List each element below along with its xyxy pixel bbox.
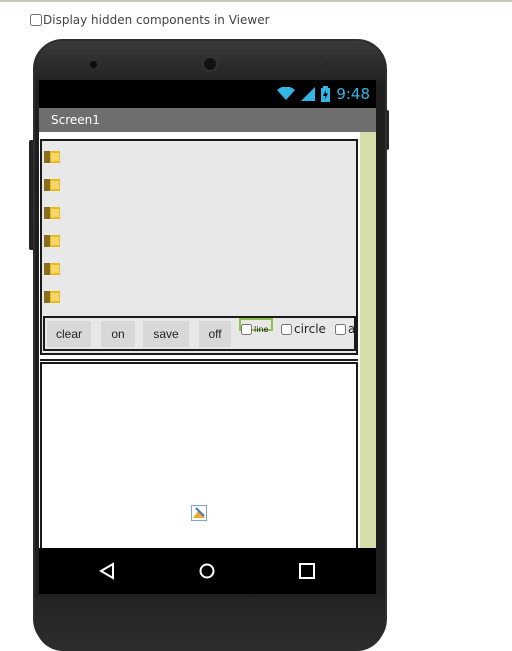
line-checkbox[interactable]: line [241,324,268,335]
arrangement-divider [40,355,358,361]
recents-icon[interactable] [296,560,318,582]
save-button[interactable]: save [143,321,189,347]
off-button[interactable]: off [199,321,231,347]
line-checkbox-label: line [254,325,269,334]
arrow-checkbox-input[interactable] [335,323,346,335]
image-placeholder-icon[interactable] [44,149,62,163]
line-checkbox-input[interactable] [241,324,252,335]
drawing-canvas[interactable] [40,362,358,548]
circle-checkbox[interactable]: circle [281,322,326,336]
status-bar: 9:48 [39,80,376,108]
scrollbar[interactable] [360,132,376,548]
circle-checkbox-label: circle [294,322,326,336]
vertical-arrangement[interactable]: clear on save off line circle ar [40,139,358,355]
clear-button[interactable]: clear [47,321,91,347]
sensor-dot [323,61,330,68]
top-divider [0,0,512,2]
wifi-icon [277,87,296,101]
image-placeholder-icon[interactable] [44,177,62,191]
sensor-dot [90,61,97,68]
canvas-placeholder-icon [191,505,207,521]
display-hidden-components-option[interactable]: Display hidden components in Viewer [30,13,270,27]
phone-bottom-bezel [35,597,385,651]
android-nav-bar [39,548,376,594]
front-camera [202,56,218,72]
display-hidden-components-checkbox[interactable] [30,14,42,26]
image-placeholder-icon[interactable] [44,205,62,219]
battery-icon [321,86,331,102]
back-icon[interactable] [96,560,118,582]
signal-icon [301,87,316,101]
screen-title-bar: Screen1 [39,108,376,132]
screen-title: Screen1 [51,113,100,127]
phone-top-bezel [35,41,385,81]
arrow-checkbox-label: ar [348,322,356,336]
image-placeholder-icon[interactable] [44,233,62,247]
home-icon[interactable] [196,560,218,582]
image-placeholder-icon[interactable] [44,261,62,275]
arrow-checkbox[interactable]: ar [335,322,356,336]
status-time: 9:48 [336,85,370,103]
display-hidden-components-label: Display hidden components in Viewer [43,13,270,27]
image-placeholder-icon[interactable] [44,289,62,303]
horizontal-arrangement[interactable]: clear on save off line circle ar [43,316,356,351]
app-screen: clear on save off line circle ar [39,132,376,548]
circle-checkbox-input[interactable] [281,323,292,335]
on-button[interactable]: on [101,321,135,347]
